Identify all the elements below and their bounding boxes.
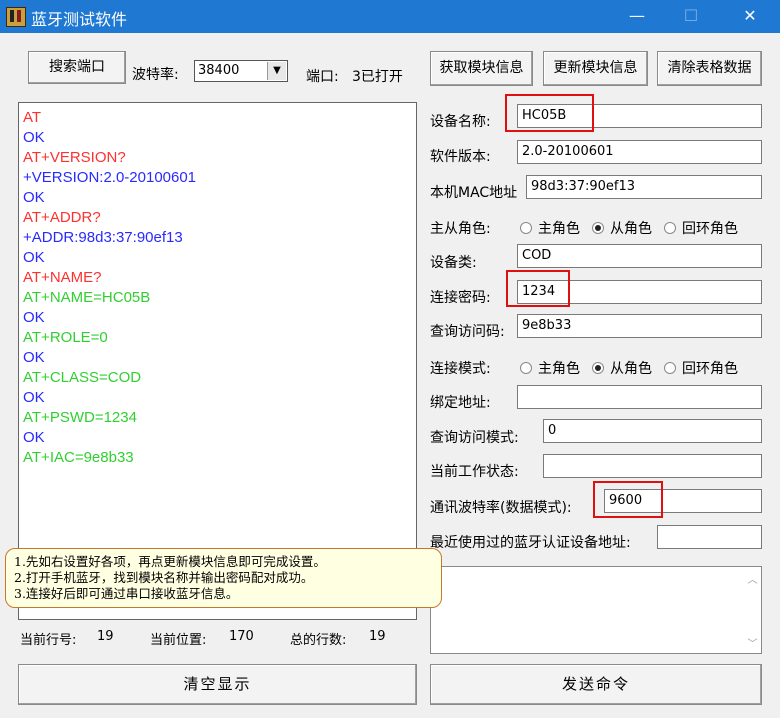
highlight-box <box>505 94 594 132</box>
log-line: AT+PSWD=1234 <box>23 409 137 426</box>
role-option-loopback[interactable]: 回环角色 <box>664 221 738 237</box>
total-label: 总的行数: <box>290 633 347 648</box>
radio-icon <box>664 362 676 374</box>
line-value: 19 <box>97 629 114 644</box>
work-state-field[interactable] <box>543 454 762 478</box>
role-option-master[interactable]: 主角色 <box>520 221 580 237</box>
software-version-field[interactable]: 2.0-20100601 <box>517 140 762 164</box>
maximize-button[interactable]: ☐ <box>668 0 714 33</box>
iac-field[interactable]: 9e8b33 <box>517 314 762 338</box>
minimize-button[interactable]: — <box>614 0 660 33</box>
command-input[interactable]: ︿ ﹀ <box>430 566 762 654</box>
log-output[interactable]: AT OK AT+VERSION? +VERSION:2.0-20100601 OK AT… <box>18 102 417 620</box>
close-button[interactable]: ✕ <box>727 0 773 33</box>
software-version-label: 软件版本: <box>430 149 491 165</box>
scrollbar[interactable]: ︿ ﹀ <box>744 567 761 653</box>
log-line: AT+NAME=HC05B <box>23 289 151 306</box>
log-line: +ADDR:98d3:37:90ef13 <box>23 229 183 246</box>
tip-line: 3.连接好后即可通过串口接收蓝牙信息。 <box>14 586 239 601</box>
radio-icon <box>664 222 676 234</box>
port-label: 端口: <box>306 69 339 85</box>
get-info-button[interactable]: 获取模块信息 <box>430 51 533 86</box>
role-radio-group: 主角色 从角色 回环角色 <box>520 218 750 238</box>
log-line: AT+CLASS=COD <box>23 369 142 386</box>
title-bar: 蓝牙测试软件 — ☐ ✕ <box>0 0 780 33</box>
recent-field[interactable] <box>657 525 762 549</box>
bind-addr-label: 绑定地址: <box>430 395 491 411</box>
tip-line: 1.先如右设置好各项，再点更新模块信息即可完成设置。 <box>14 554 326 569</box>
conn-mode-option-master[interactable]: 主角色 <box>520 361 580 377</box>
highlight-box <box>506 270 570 307</box>
baud-select[interactable]: 38400 ▼ <box>194 60 288 82</box>
log-line: OK <box>23 429 45 446</box>
radio-icon <box>520 362 532 374</box>
log-line: OK <box>23 189 45 206</box>
chevron-down-icon[interactable]: ▼ <box>267 62 286 80</box>
device-name-label: 设备名称: <box>430 114 491 130</box>
class-field[interactable]: COD <box>517 244 762 268</box>
app-icon <box>6 7 26 27</box>
conn-mode-option-slave[interactable]: 从角色 <box>592 361 652 377</box>
log-line: OK <box>23 249 45 266</box>
log-line: AT+NAME? <box>23 269 102 286</box>
class-label: 设备类: <box>430 255 477 271</box>
conn-mode-label: 连接模式: <box>430 361 491 377</box>
log-line: OK <box>23 389 45 406</box>
password-label: 连接密码: <box>430 290 491 306</box>
log-line: AT+ADDR? <box>23 209 101 226</box>
mac-label: 本机MAC地址 <box>430 185 518 201</box>
baud-value: 38400 <box>198 63 240 78</box>
conn-mode-option-loopback[interactable]: 回环角色 <box>664 361 738 377</box>
tip-line: 2.打开手机蓝牙，找到模块名称并输出密码配对成功。 <box>14 570 314 585</box>
pos-value: 170 <box>229 629 254 644</box>
inq-mode-label: 查询访问模式: <box>430 430 519 446</box>
log-line: +VERSION:2.0-20100601 <box>23 169 197 186</box>
radio-checked-icon <box>592 222 604 234</box>
chevron-down-icon[interactable]: ﹀ <box>744 635 761 650</box>
clear-table-button[interactable]: 清除表格数据 <box>657 51 762 86</box>
mac-field[interactable]: 98d3:37:90ef13 <box>526 175 762 199</box>
log-line: OK <box>23 349 45 366</box>
total-value: 19 <box>369 629 386 644</box>
log-line: AT <box>23 109 42 126</box>
update-info-button[interactable]: 更新模块信息 <box>543 51 648 86</box>
chevron-up-icon[interactable]: ︿ <box>744 571 761 586</box>
work-state-label: 当前工作状态: <box>430 464 519 480</box>
baud-label: 波特率: <box>132 67 179 83</box>
clear-display-button[interactable]: 清空显示 <box>18 664 417 705</box>
iac-label: 查询访问码: <box>430 324 505 340</box>
line-label: 当前行号: <box>20 633 77 648</box>
recent-label: 最近使用过的蓝牙认证设备地址: <box>430 535 631 551</box>
role-label: 主从角色: <box>430 221 491 237</box>
bind-addr-field[interactable] <box>517 385 762 409</box>
search-port-button[interactable]: 搜索端口 <box>28 51 126 84</box>
send-command-button[interactable]: 发送命令 <box>430 664 762 705</box>
log-line: OK <box>23 129 45 146</box>
radio-icon <box>520 222 532 234</box>
log-line: AT+VERSION? <box>23 149 126 166</box>
radio-checked-icon <box>592 362 604 374</box>
highlight-box <box>593 481 663 518</box>
inq-mode-field[interactable]: 0 <box>543 419 762 443</box>
pos-label: 当前位置: <box>150 633 207 648</box>
window-title: 蓝牙测试软件 <box>31 10 128 29</box>
tip-balloon: 1.先如右设置好各项，再点更新模块信息即可完成设置。 2.打开手机蓝牙，找到模块… <box>5 548 442 608</box>
conn-mode-radio-group: 主角色 从角色 回环角色 <box>520 358 750 378</box>
log-line: OK <box>23 309 45 326</box>
port-status: 3已打开 <box>352 69 403 85</box>
role-option-slave[interactable]: 从角色 <box>592 221 652 237</box>
log-line: AT+ROLE=0 <box>23 329 108 346</box>
uart-label: 通讯波特率(数据模式): <box>430 500 572 516</box>
log-line: AT+IAC=9e8b33 <box>23 449 134 466</box>
